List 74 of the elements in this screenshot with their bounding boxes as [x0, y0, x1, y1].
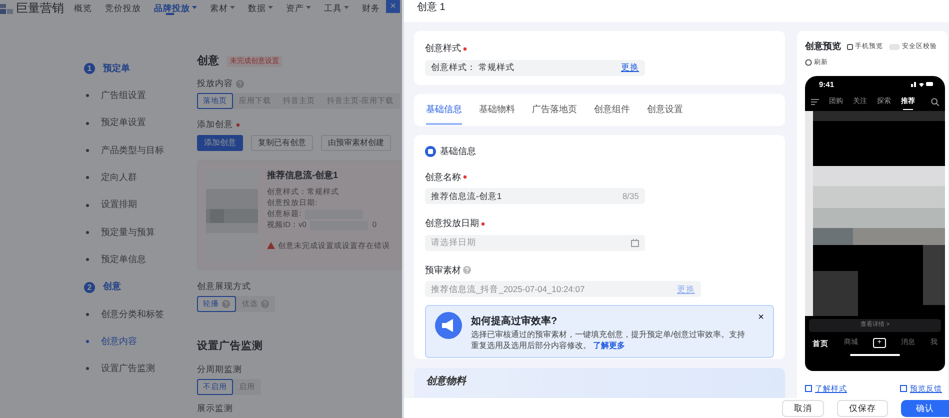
field-label: 创意名称 — [425, 170, 461, 184]
drawer-title: 创意 1 — [404, 0, 949, 22]
close-button[interactable]: × — [386, 0, 400, 13]
step-link[interactable]: 设置广告监测 — [101, 362, 155, 376]
section-icon — [425, 146, 436, 158]
section-title: 创意物料 — [426, 376, 466, 388]
action-button[interactable]: 复制已有创意 — [251, 135, 313, 151]
nav-item[interactable]: 素材 — [210, 0, 235, 15]
status-icons — [911, 81, 933, 88]
step-link[interactable]: 预定量与预算 — [101, 226, 155, 240]
logo-text: 巨量营销 — [16, 0, 65, 14]
footer-button[interactable]: 确认 — [901, 400, 949, 417]
tip-title: 如何提高过审效率? — [471, 314, 558, 330]
char-counter: 8/35 — [622, 190, 639, 202]
preview-title: 创意预览 — [805, 40, 841, 53]
refresh-icon — [805, 58, 812, 66]
home-indicator — [850, 354, 900, 356]
step-link[interactable]: 创意分类和标签 — [101, 308, 164, 322]
field-label: 投放内容 — [197, 78, 233, 89]
field-value: 创意样式： 常规样式 — [431, 61, 514, 74]
logo-icon — [0, 2, 14, 14]
footer-button[interactable]: 仅保存 — [837, 400, 888, 417]
tab[interactable]: 创意组件 — [594, 94, 630, 126]
tip-text: 选择已审核通过的预审素材，一键填充创意，提升预定单/创意过审效率。支持重复选用及选用后部分内容修改。 了解更多 — [471, 329, 746, 352]
learn-more-link[interactable]: 了解更多 — [593, 341, 626, 350]
field-label: 添加创意 — [197, 119, 233, 130]
step-link[interactable]: 定向人群 — [101, 171, 137, 185]
megaphone-icon — [435, 312, 462, 340]
field-label: 创意展现方式 — [197, 281, 251, 292]
field-label: 预审素材 — [425, 264, 461, 277]
warning-icon — [267, 242, 275, 249]
step-title: 创意 — [103, 280, 121, 294]
toggle-switch[interactable] — [889, 44, 900, 50]
input-value: 推荐信息流-创意1 — [431, 190, 502, 202]
field-label: 创意投放日期 — [425, 217, 479, 230]
field-label: 创意样式 — [425, 42, 461, 55]
phone-icon — [847, 44, 853, 50]
creative-title: 推荐信息流-创意1 — [267, 169, 340, 182]
step-link[interactable]: 产品类型与目标 — [101, 144, 164, 158]
calendar-icon — [631, 238, 639, 247]
nav-item[interactable]: 工具 — [324, 0, 349, 15]
field-label: 展示监测 — [197, 403, 234, 414]
step-link[interactable]: 预定单设置 — [101, 116, 146, 130]
menu-icon — [811, 98, 819, 105]
nav-item[interactable]: 财务 — [362, 0, 380, 15]
nav-item[interactable]: 概览 — [74, 0, 92, 15]
step-link[interactable]: 广告组设置 — [101, 89, 146, 103]
nav-item[interactable]: 资产 — [286, 0, 311, 15]
tab[interactable]: 基础物料 — [479, 94, 515, 126]
section-heading: 设置广告监测 — [197, 339, 264, 353]
field-label: 分周期监测 — [197, 364, 243, 375]
action-button[interactable]: 添加创意 — [197, 135, 243, 151]
search-icon — [931, 98, 939, 106]
document-icon — [805, 385, 812, 392]
tab[interactable]: 基础信息 — [426, 94, 462, 126]
change-link[interactable]: 更换 — [621, 61, 639, 74]
nav-item[interactable]: 竞价投放 — [105, 0, 141, 15]
input-value: 推荐信息流_抖音_2025-07-04_10:24:07 — [431, 282, 585, 296]
section-title: 创意 — [197, 54, 219, 68]
action-button[interactable]: 由预审素材创建 — [321, 135, 391, 151]
footer-button[interactable]: 取消 — [782, 400, 824, 417]
close-button[interactable]: × — [758, 312, 764, 324]
step-link[interactable]: 预定单信息 — [101, 252, 146, 266]
step-title: 预定单 — [103, 62, 130, 75]
placeholder-text: 请选择日期 — [431, 236, 476, 249]
nav-item[interactable]: 数据 — [248, 0, 273, 15]
step-link[interactable]: 创意内容 — [101, 334, 137, 348]
tab[interactable]: 创意设置 — [647, 94, 683, 126]
section-title: 基础信息 — [440, 145, 476, 158]
step-link[interactable]: 设置排期 — [101, 198, 137, 212]
step-number: 2 — [84, 282, 95, 293]
tab[interactable]: 广告落地页 — [532, 94, 577, 126]
step-number: 1 — [84, 63, 95, 74]
feedback-icon — [900, 385, 907, 392]
